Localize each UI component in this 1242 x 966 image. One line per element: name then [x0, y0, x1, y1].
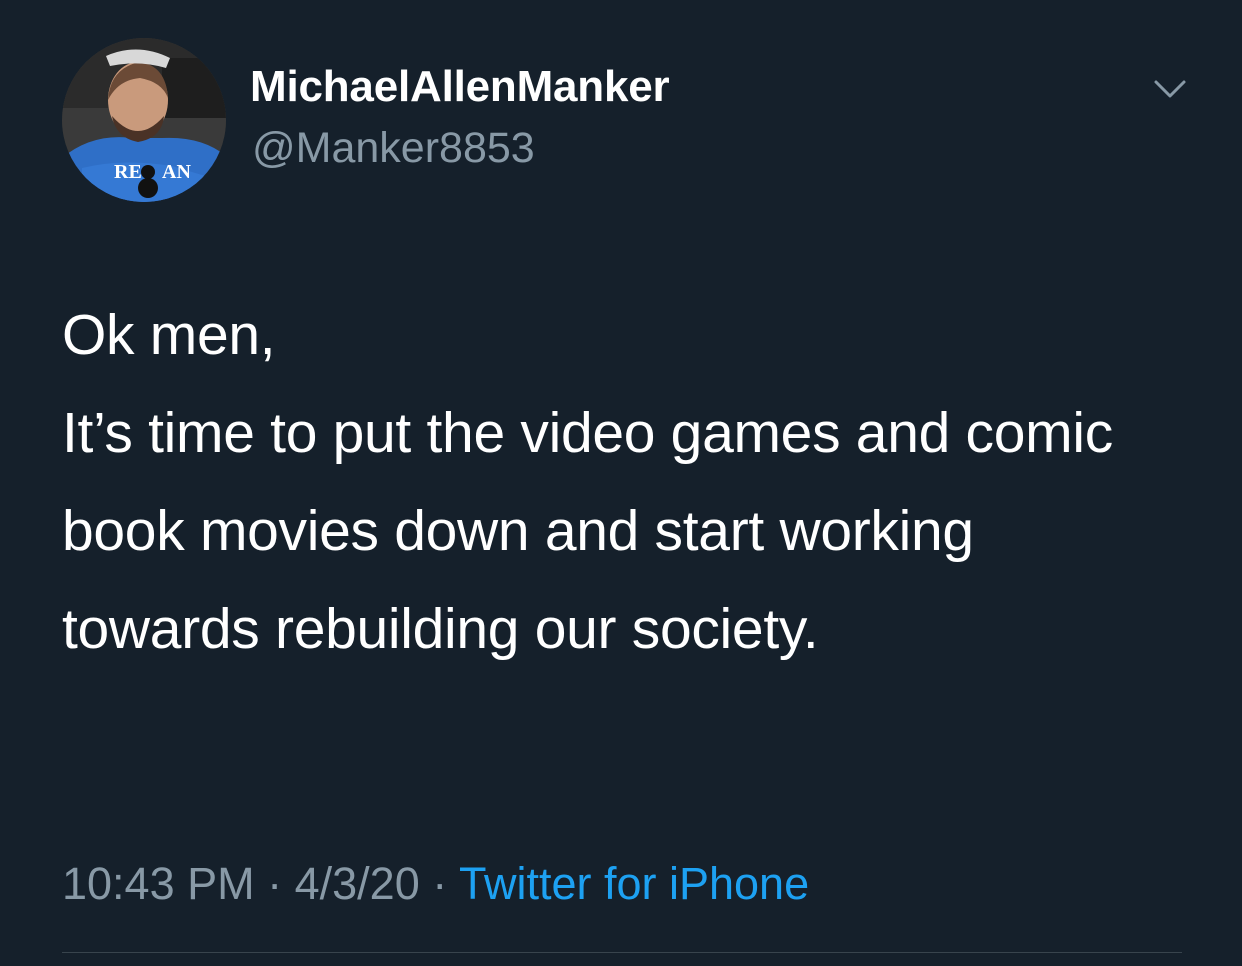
meta-separator: ·	[419, 858, 459, 909]
tweet-text-line: Ok men,	[62, 303, 276, 367]
tweet-text-line: It’s time to put the video games and com…	[62, 401, 1113, 661]
chevron-down-icon[interactable]	[1150, 74, 1190, 104]
svg-text:AN: AN	[162, 161, 191, 183]
svg-text:RE: RE	[114, 161, 142, 183]
tweet-date[interactable]: 4/3/20	[295, 858, 420, 909]
meta-separator: ·	[254, 858, 295, 909]
avatar[interactable]: RE AN	[62, 38, 226, 202]
divider	[62, 952, 1182, 953]
author-display-name[interactable]: MichaelAllenManker	[250, 62, 670, 112]
tweet-source-link[interactable]: Twitter for iPhone	[459, 858, 809, 909]
tweet-body: Ok men, It’s time to put the video games…	[62, 286, 1182, 678]
tweet-meta: 10:43 PM · 4/3/20 · Twitter for iPhone	[62, 858, 809, 910]
tweet-time[interactable]: 10:43 PM	[62, 858, 255, 909]
tweet-card: RE AN MichaelAllenManker @Manker8853 Ok …	[0, 0, 1242, 966]
author-handle[interactable]: @Manker8853	[252, 124, 535, 173]
profile-photo-image: RE AN	[62, 38, 226, 202]
